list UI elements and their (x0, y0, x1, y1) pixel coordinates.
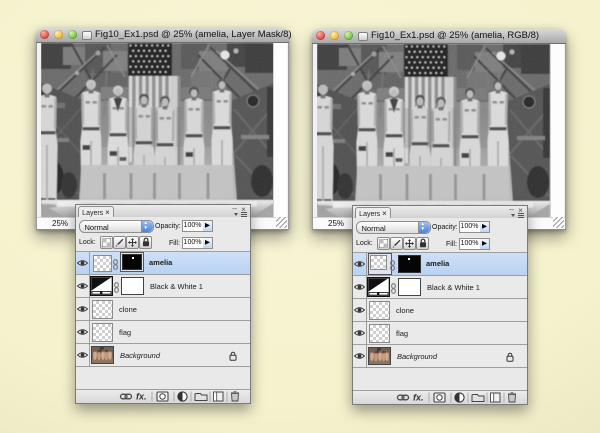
svg-text:fx.: fx. (136, 392, 147, 402)
svg-text:fx.: fx. (413, 393, 424, 403)
